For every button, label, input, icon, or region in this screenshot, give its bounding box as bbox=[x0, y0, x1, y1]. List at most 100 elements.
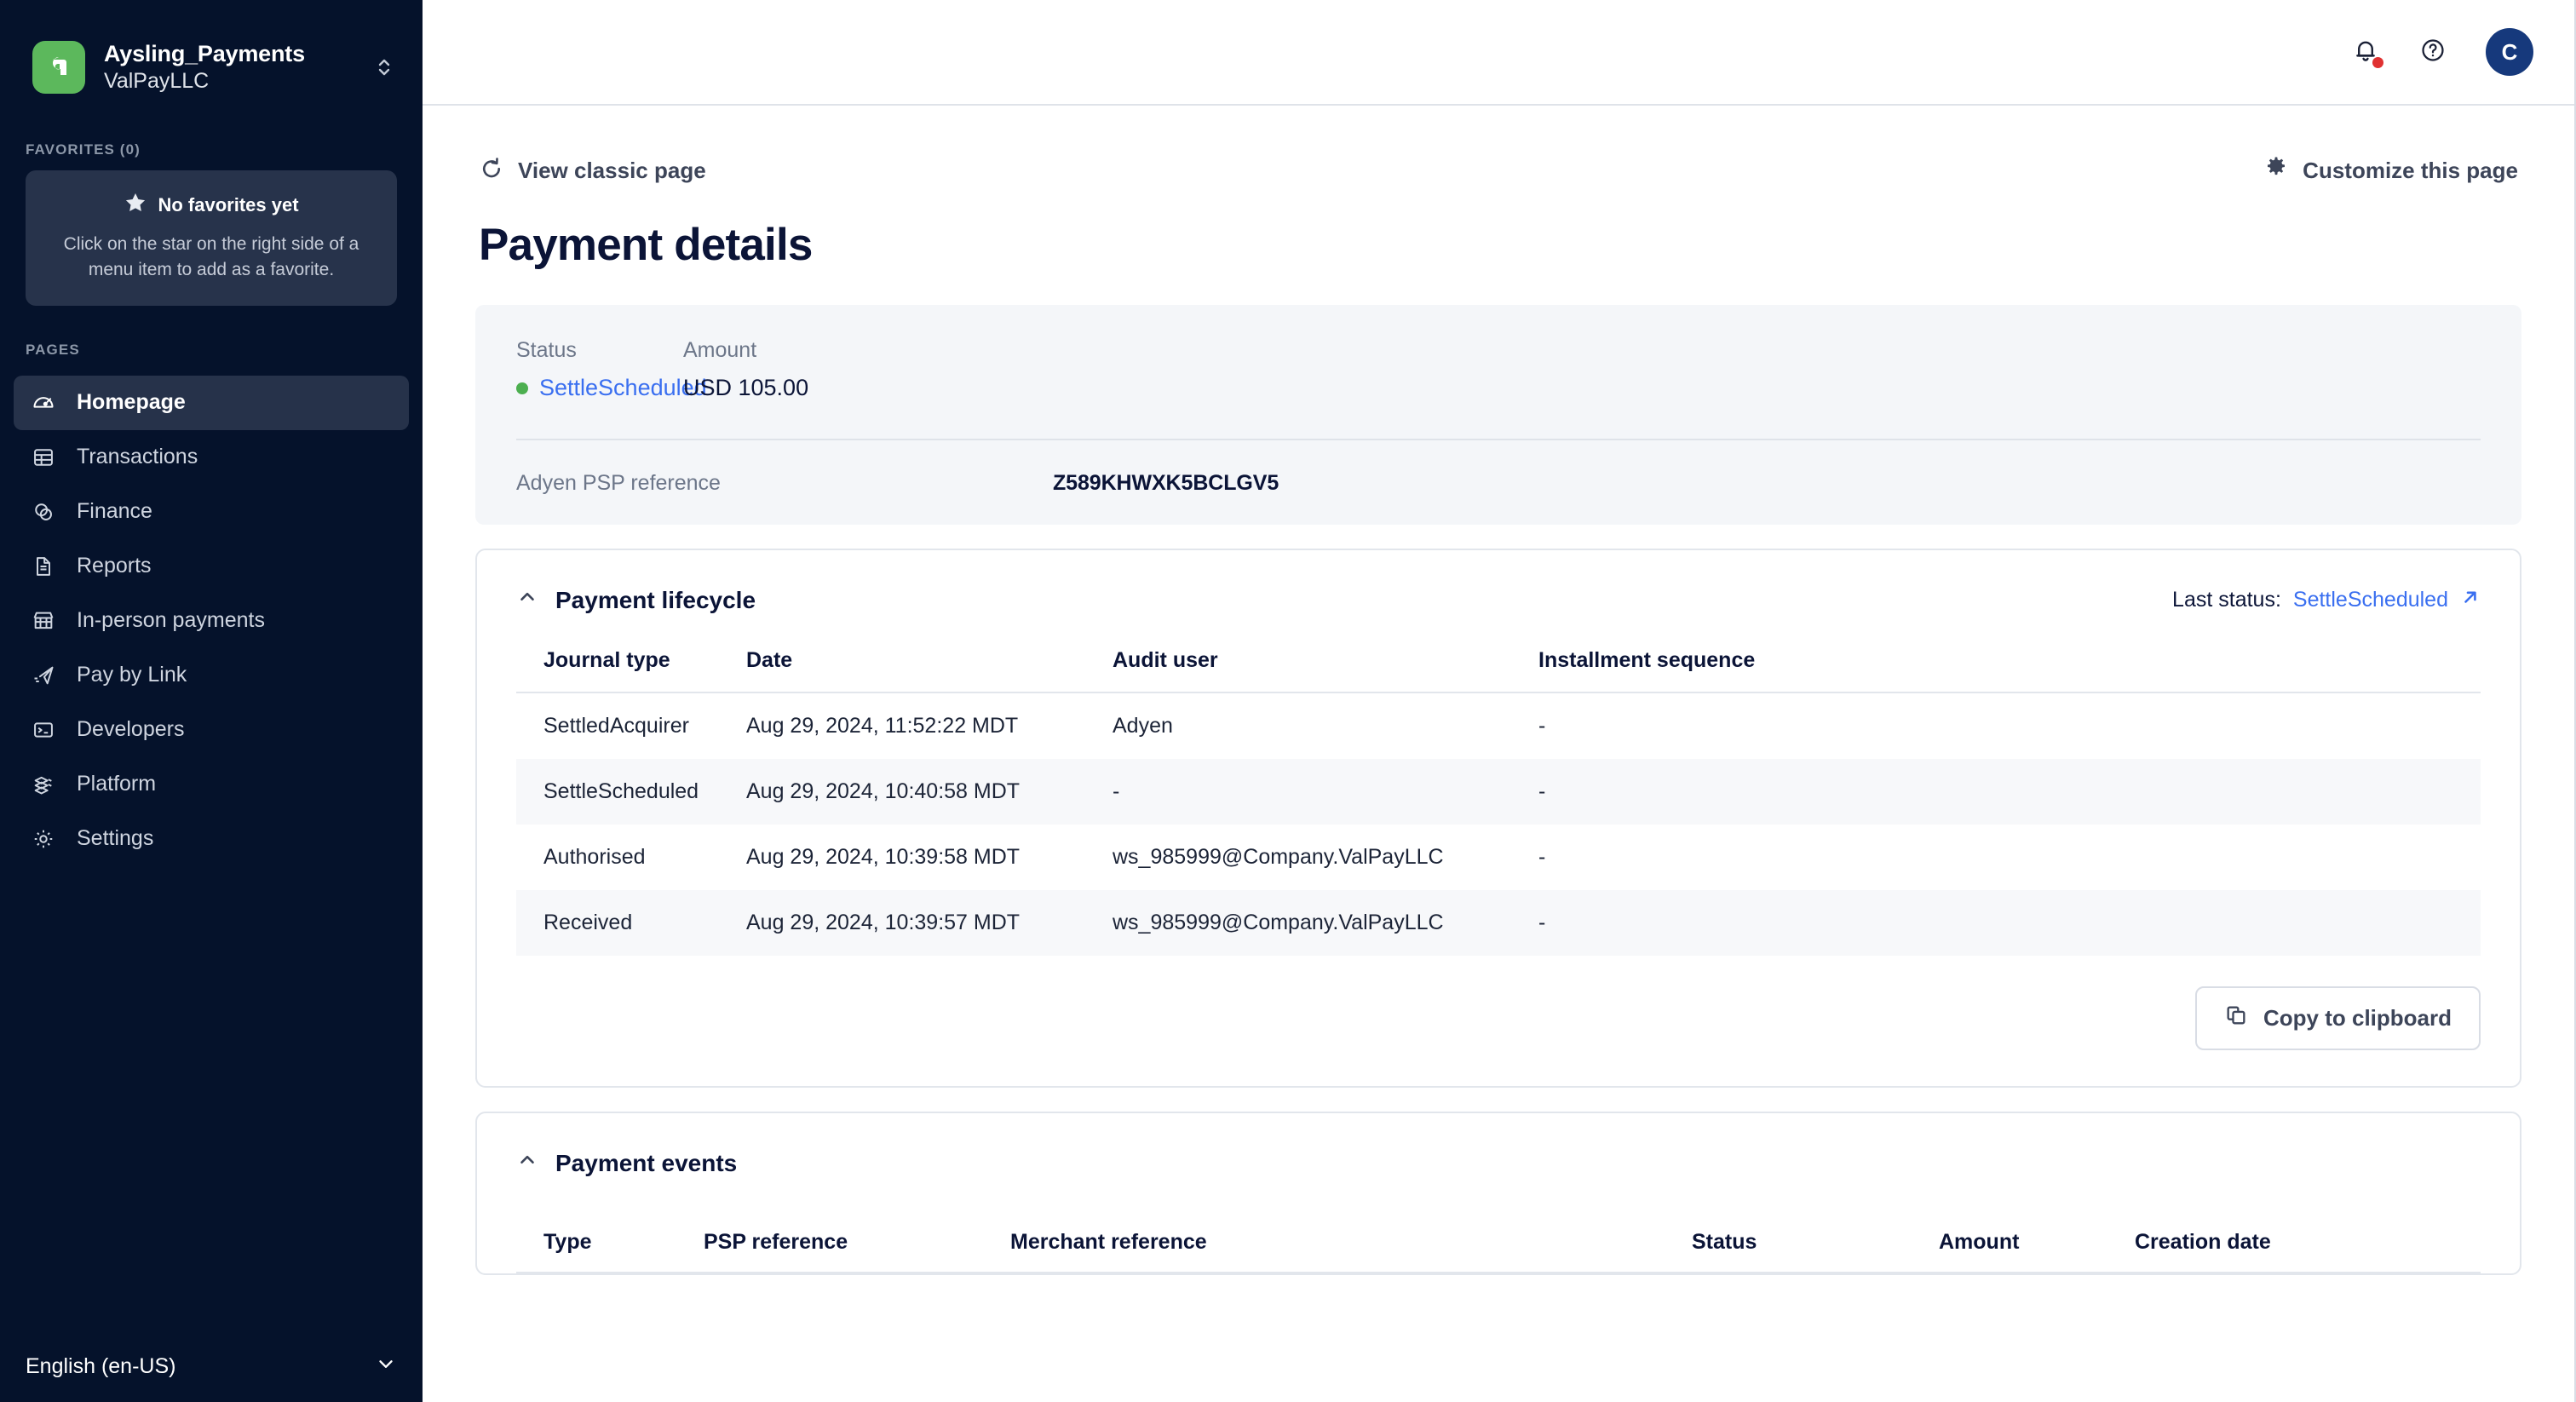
sidebar-item-pay-by-link[interactable]: Pay by Link bbox=[14, 648, 409, 703]
brand-title: Aysling_Payments bbox=[104, 41, 371, 67]
sidebar: Aysling_Payments ValPayLLC FAVORITES (0)… bbox=[0, 0, 423, 1402]
column-journal-type: Journal type bbox=[516, 648, 746, 692]
cell-journal-type: SettledAcquirer bbox=[516, 692, 746, 759]
app-root: Aysling_Payments ValPayLLC FAVORITES (0)… bbox=[0, 0, 2576, 1402]
sidebar-item-platform[interactable]: Platform bbox=[14, 757, 409, 812]
column-merchant-reference: Merchant reference bbox=[1010, 1230, 1692, 1273]
star-icon bbox=[124, 191, 147, 220]
main-area: C View classic page bbox=[423, 0, 2576, 1402]
payment-events-header: Payment events bbox=[516, 1113, 2481, 1230]
summary-amount-value: USD 105.00 bbox=[683, 375, 808, 401]
favorites-empty-title-row: No favorites yet bbox=[41, 191, 382, 220]
summary-status-field: Status SettleScheduled bbox=[516, 337, 683, 401]
sidebar-nav: Homepage Transactions Finance bbox=[0, 376, 423, 866]
summary-psp-row: Adyen PSP reference Z589KHWXK5BCLGV5 bbox=[516, 440, 2481, 496]
brand-switcher[interactable]: Aysling_Payments ValPayLLC bbox=[0, 0, 423, 106]
payment-lifecycle-title: Payment lifecycle bbox=[555, 587, 756, 614]
help-button[interactable] bbox=[2419, 37, 2447, 68]
table-icon bbox=[31, 445, 56, 470]
cell-installment: - bbox=[1538, 692, 2481, 759]
payment-summary-card: Status SettleScheduled Amount USD 105.00… bbox=[475, 305, 2521, 525]
sidebar-item-label: In-person payments bbox=[77, 608, 265, 633]
copy-to-clipboard-button[interactable]: Copy to clipboard bbox=[2195, 986, 2481, 1050]
sidebar-item-label: Developers bbox=[77, 717, 184, 742]
column-audit-user: Audit user bbox=[1113, 648, 1538, 692]
cell-audit-user: ws_985999@Company.ValPayLLC bbox=[1113, 825, 1538, 890]
sidebar-item-homepage[interactable]: Homepage bbox=[14, 376, 409, 430]
copy-icon bbox=[2224, 1003, 2248, 1033]
table-head: Journal type Date Audit user Installment… bbox=[516, 648, 2481, 692]
sidebar-item-in-person-payments[interactable]: In-person payments bbox=[14, 594, 409, 648]
column-type: Type bbox=[516, 1230, 704, 1273]
sidebar-item-label: Finance bbox=[77, 499, 152, 524]
sidebar-item-developers[interactable]: Developers bbox=[14, 703, 409, 757]
sidebar-item-label: Homepage bbox=[77, 390, 186, 415]
cell-audit-user: - bbox=[1113, 759, 1538, 825]
sidebar-spacer bbox=[0, 866, 423, 1330]
favorites-empty-card: No favorites yet Click on the star on th… bbox=[26, 170, 397, 306]
column-date: Date bbox=[746, 648, 1113, 692]
payment-lifecycle-header: Payment lifecycle Last status: SettleSch… bbox=[516, 550, 2481, 648]
notifications-button[interactable] bbox=[2351, 36, 2380, 69]
last-status-value[interactable]: SettleScheduled bbox=[2293, 588, 2448, 612]
payment-lifecycle-panel: Payment lifecycle Last status: SettleSch… bbox=[475, 549, 2521, 1088]
summary-status-value-row: SettleScheduled bbox=[516, 375, 683, 401]
payment-events-panel: Payment events Type PSP reference Mercha… bbox=[475, 1112, 2521, 1275]
notification-badge-dot bbox=[2372, 57, 2383, 68]
gear-icon bbox=[31, 826, 56, 852]
cell-date: Aug 29, 2024, 11:52:22 MDT bbox=[746, 692, 1113, 759]
payment-events-toggle[interactable]: Payment events bbox=[516, 1149, 737, 1177]
last-status-row: Last status: SettleScheduled bbox=[2172, 587, 2481, 613]
storefront-icon bbox=[31, 608, 56, 634]
topbar: C bbox=[423, 0, 2574, 106]
cell-date: Aug 29, 2024, 10:39:57 MDT bbox=[746, 890, 1113, 956]
column-amount: Amount bbox=[1939, 1230, 2135, 1273]
user-avatar[interactable]: C bbox=[2486, 28, 2533, 76]
summary-psp-value: Z589KHWXK5BCLGV5 bbox=[1053, 471, 1279, 496]
page-title: Payment details bbox=[479, 219, 2521, 271]
summary-status-value[interactable]: SettleScheduled bbox=[539, 375, 707, 401]
gauge-icon bbox=[31, 390, 56, 416]
cell-audit-user: Adyen bbox=[1113, 692, 1538, 759]
sidebar-item-label: Settings bbox=[77, 826, 153, 851]
favorites-section-label: FAVORITES (0) bbox=[0, 106, 423, 170]
cell-journal-type: SettleScheduled bbox=[516, 759, 746, 825]
last-status-label: Last status: bbox=[2172, 588, 2281, 612]
payment-lifecycle-table: Journal type Date Audit user Installment… bbox=[516, 648, 2481, 956]
customize-page-button[interactable]: Customize this page bbox=[2263, 155, 2518, 187]
summary-status-label: Status bbox=[516, 337, 683, 363]
table-row[interactable]: SettleScheduled Aug 29, 2024, 10:40:58 M… bbox=[516, 759, 2481, 825]
customize-page-label: Customize this page bbox=[2303, 158, 2518, 184]
cell-audit-user: ws_985999@Company.ValPayLLC bbox=[1113, 890, 1538, 956]
cell-journal-type: Received bbox=[516, 890, 746, 956]
sidebar-item-label: Reports bbox=[77, 554, 152, 578]
sidebar-item-label: Pay by Link bbox=[77, 663, 187, 687]
brand-subtitle: ValPayLLC bbox=[104, 68, 371, 94]
payment-lifecycle-toggle[interactable]: Payment lifecycle bbox=[516, 586, 756, 614]
copy-to-clipboard-label: Copy to clipboard bbox=[2263, 1005, 2452, 1031]
column-psp-reference: PSP reference bbox=[704, 1230, 1010, 1273]
table-row[interactable]: SettledAcquirer Aug 29, 2024, 11:52:22 M… bbox=[516, 692, 2481, 759]
view-classic-page-button[interactable]: View classic page bbox=[479, 155, 706, 187]
table-body: SettledAcquirer Aug 29, 2024, 11:52:22 M… bbox=[516, 692, 2481, 956]
arrow-up-right-icon[interactable] bbox=[2460, 587, 2481, 613]
sidebar-item-finance[interactable]: Finance bbox=[14, 485, 409, 539]
chevron-up-down-icon[interactable] bbox=[371, 55, 397, 80]
payment-events-title: Payment events bbox=[555, 1150, 737, 1177]
summary-psp-label: Adyen PSP reference bbox=[516, 471, 1053, 496]
sidebar-item-settings[interactable]: Settings bbox=[14, 812, 409, 866]
summary-amount-label: Amount bbox=[683, 337, 808, 363]
table-row[interactable]: Received Aug 29, 2024, 10:39:57 MDT ws_9… bbox=[516, 890, 2481, 956]
language-selector[interactable]: English (en-US) bbox=[0, 1330, 423, 1402]
cell-installment: - bbox=[1538, 759, 2481, 825]
gear-icon bbox=[2263, 155, 2289, 187]
document-icon bbox=[31, 554, 56, 579]
adyen-a-logo-icon bbox=[32, 41, 85, 94]
paper-plane-icon bbox=[31, 663, 56, 688]
payment-events-table: Type PSP reference Merchant reference St… bbox=[516, 1230, 2481, 1273]
table-row[interactable]: Authorised Aug 29, 2024, 10:39:58 MDT ws… bbox=[516, 825, 2481, 890]
sidebar-item-reports[interactable]: Reports bbox=[14, 539, 409, 594]
favorites-empty-title: No favorites yet bbox=[158, 194, 298, 216]
sidebar-item-transactions[interactable]: Transactions bbox=[14, 430, 409, 485]
cell-date: Aug 29, 2024, 10:39:58 MDT bbox=[746, 825, 1113, 890]
